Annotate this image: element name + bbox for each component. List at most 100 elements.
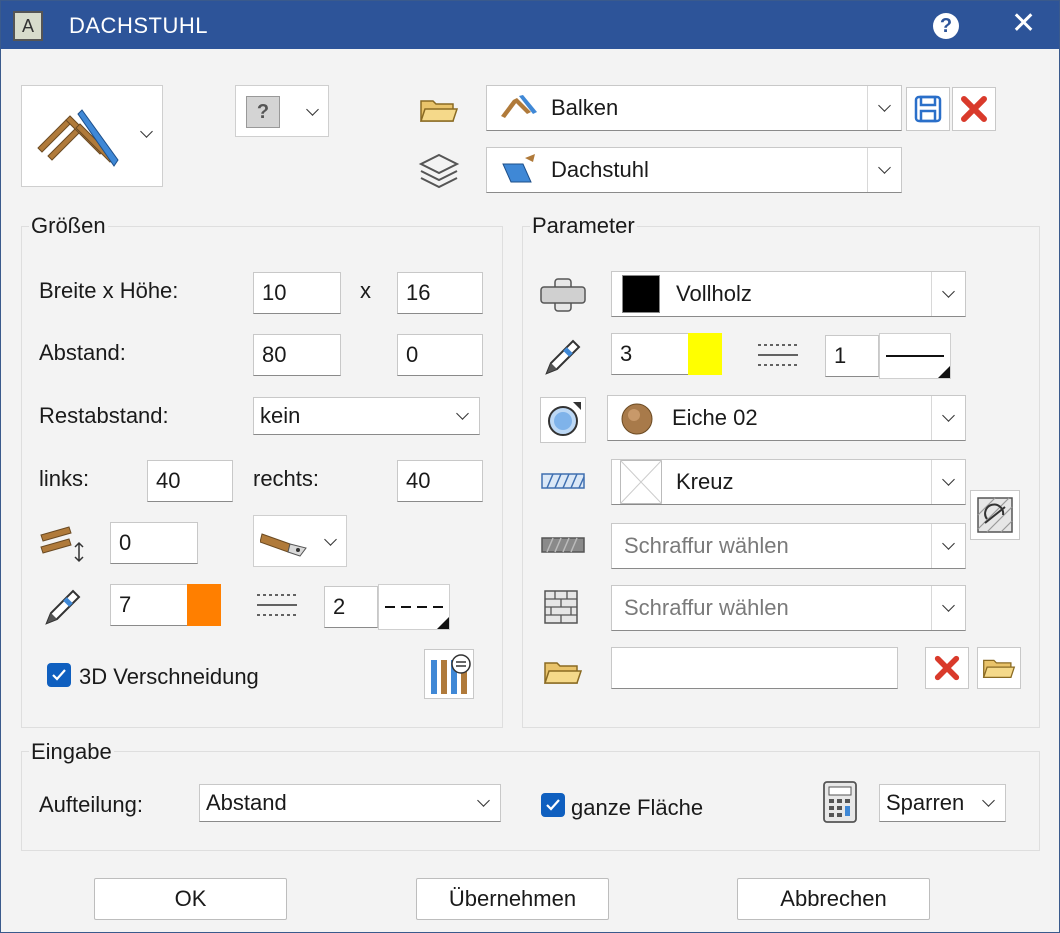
chevron-down-icon [971,785,1005,821]
beam-offset-icon [40,526,84,563]
corner-arrow-icon [938,366,950,378]
dialog-window: A DACHSTUHL ? ✕ ? Balken Dachstuhl Größe… [0,0,1060,933]
dashed-line-icon [385,606,443,608]
chevron-down-icon [304,103,320,120]
surface-button[interactable] [540,397,586,443]
param-pen-thickness-field[interactable]: 3 [611,333,689,375]
parameter-title: Parameter [530,213,637,239]
param-pen-color-swatch[interactable] [688,333,722,375]
ganze-flaeche-label: ganze Fläche [571,795,704,820]
verschneidung-label: 3D Verschneidung [79,664,259,689]
roof-type-selector[interactable] [21,85,163,187]
chevron-down-icon [466,785,500,821]
clear-path-button[interactable] [925,647,969,689]
cancel-button[interactable]: Abbrechen [737,878,930,920]
material-color-swatch [622,275,660,313]
reset-hatch-button[interactable] [970,490,1020,540]
aufteilung-label: Aufteilung: [39,792,143,817]
surface-name: Eiche 02 [672,405,758,430]
line-type-icon [758,344,798,366]
eingabe-title: Eingabe [29,739,114,765]
delete-favorite-button[interactable] [952,87,996,131]
layer-name: Dachstuhl [551,157,649,182]
chevron-down-icon [138,125,154,142]
rafter-distribution-icon [431,654,471,694]
info-dropdown[interactable]: ? [235,85,329,137]
checkmark-icon [546,799,560,811]
rechts-label: rechts: [253,466,320,491]
sparren-value: Sparren [886,790,965,815]
close-button[interactable]: ✕ [1011,9,1036,39]
links-field[interactable]: 40 [147,460,233,502]
sparren-dropdown[interactable]: Sparren [879,784,1006,822]
pen-color-swatch[interactable] [187,584,221,626]
aufteilung-dropdown[interactable]: Abstand [199,784,501,822]
offset-field[interactable]: 0 [110,522,198,564]
pattern-dropdown[interactable]: Schraffur wählen [611,523,966,569]
hoehe-field[interactable]: 16 [397,272,483,314]
chevron-down-icon [931,272,965,316]
chevron-down-icon [867,86,901,130]
distribution-settings-button[interactable] [424,649,474,699]
brick-icon [544,590,578,624]
checkmark-icon [52,669,66,681]
abstand-field-1[interactable]: 80 [253,334,341,376]
restabstand-label: Restabstand: [39,403,169,428]
path-field[interactable] [611,647,898,689]
material-dropdown[interactable]: Vollholz [611,271,966,317]
param-line-number-field[interactable]: 1 [825,335,879,377]
abstand-field-2[interactable]: 0 [397,334,483,376]
chevron-down-icon [867,148,901,192]
param-line-style-dropdown[interactable] [879,333,951,379]
hatch-name: Kreuz [676,469,734,494]
layer-brush-icon [502,154,535,183]
restabstand-value: kein [260,403,301,428]
unknown-object-glyph: ? [256,100,270,123]
pen-icon[interactable] [541,335,585,379]
roof-beams-icon [37,109,119,167]
wood-texture-icon [621,403,653,435]
favorite-dropdown[interactable]: Balken [486,85,902,131]
browse-path-button[interactable] [977,647,1021,689]
chevron-down-icon [931,586,965,630]
apply-button[interactable]: Übernehmen [416,878,609,920]
ok-button[interactable]: OK [94,878,287,920]
pen-icon[interactable] [41,585,85,629]
texture-placeholder: Schraffur wählen [624,595,789,620]
layer-dropdown[interactable]: Dachstuhl [486,147,902,193]
cross-hatch-icon [620,460,662,504]
window-title: DACHSTUHL [69,13,208,38]
hatch-icon [541,473,585,489]
folder-open-icon[interactable] [419,95,459,125]
beam-icon [501,95,537,118]
chevron-down-icon [931,524,965,568]
delete-icon [934,655,960,681]
beam-end-dropdown[interactable] [253,515,347,567]
breite-hoehe-label: Breite x Höhe: [39,278,179,303]
save-favorite-button[interactable] [906,87,950,131]
breite-field[interactable]: 10 [253,272,341,314]
beam-end-icon [260,533,307,557]
layers-icon[interactable] [417,151,461,191]
chevron-down-icon [322,533,338,550]
texture-dropdown[interactable]: Schraffur wählen [611,585,966,631]
hatch-dropdown[interactable]: Kreuz [611,459,966,505]
calculator-icon[interactable] [821,780,859,824]
verschneidung-checkbox[interactable] [47,663,71,687]
app-icon: A [13,11,43,41]
line-type-icon [257,594,297,616]
restabstand-dropdown[interactable]: kein [253,397,480,435]
help-button[interactable]: ? [933,13,959,39]
line-number-field[interactable]: 2 [324,586,378,628]
material-icon [540,278,586,312]
pen-thickness-field[interactable]: 7 [110,584,188,626]
surface-dropdown[interactable]: Eiche 02 [607,395,966,441]
rechts-field[interactable]: 40 [397,460,483,502]
folder-open-icon [543,662,583,684]
links-label: links: [39,466,90,491]
chevron-down-icon [445,398,479,434]
ganze-flaeche-checkbox[interactable] [541,793,565,817]
line-style-dropdown[interactable] [378,584,450,630]
save-icon [914,95,942,123]
title-bar: A DACHSTUHL ? ✕ [1,1,1059,49]
